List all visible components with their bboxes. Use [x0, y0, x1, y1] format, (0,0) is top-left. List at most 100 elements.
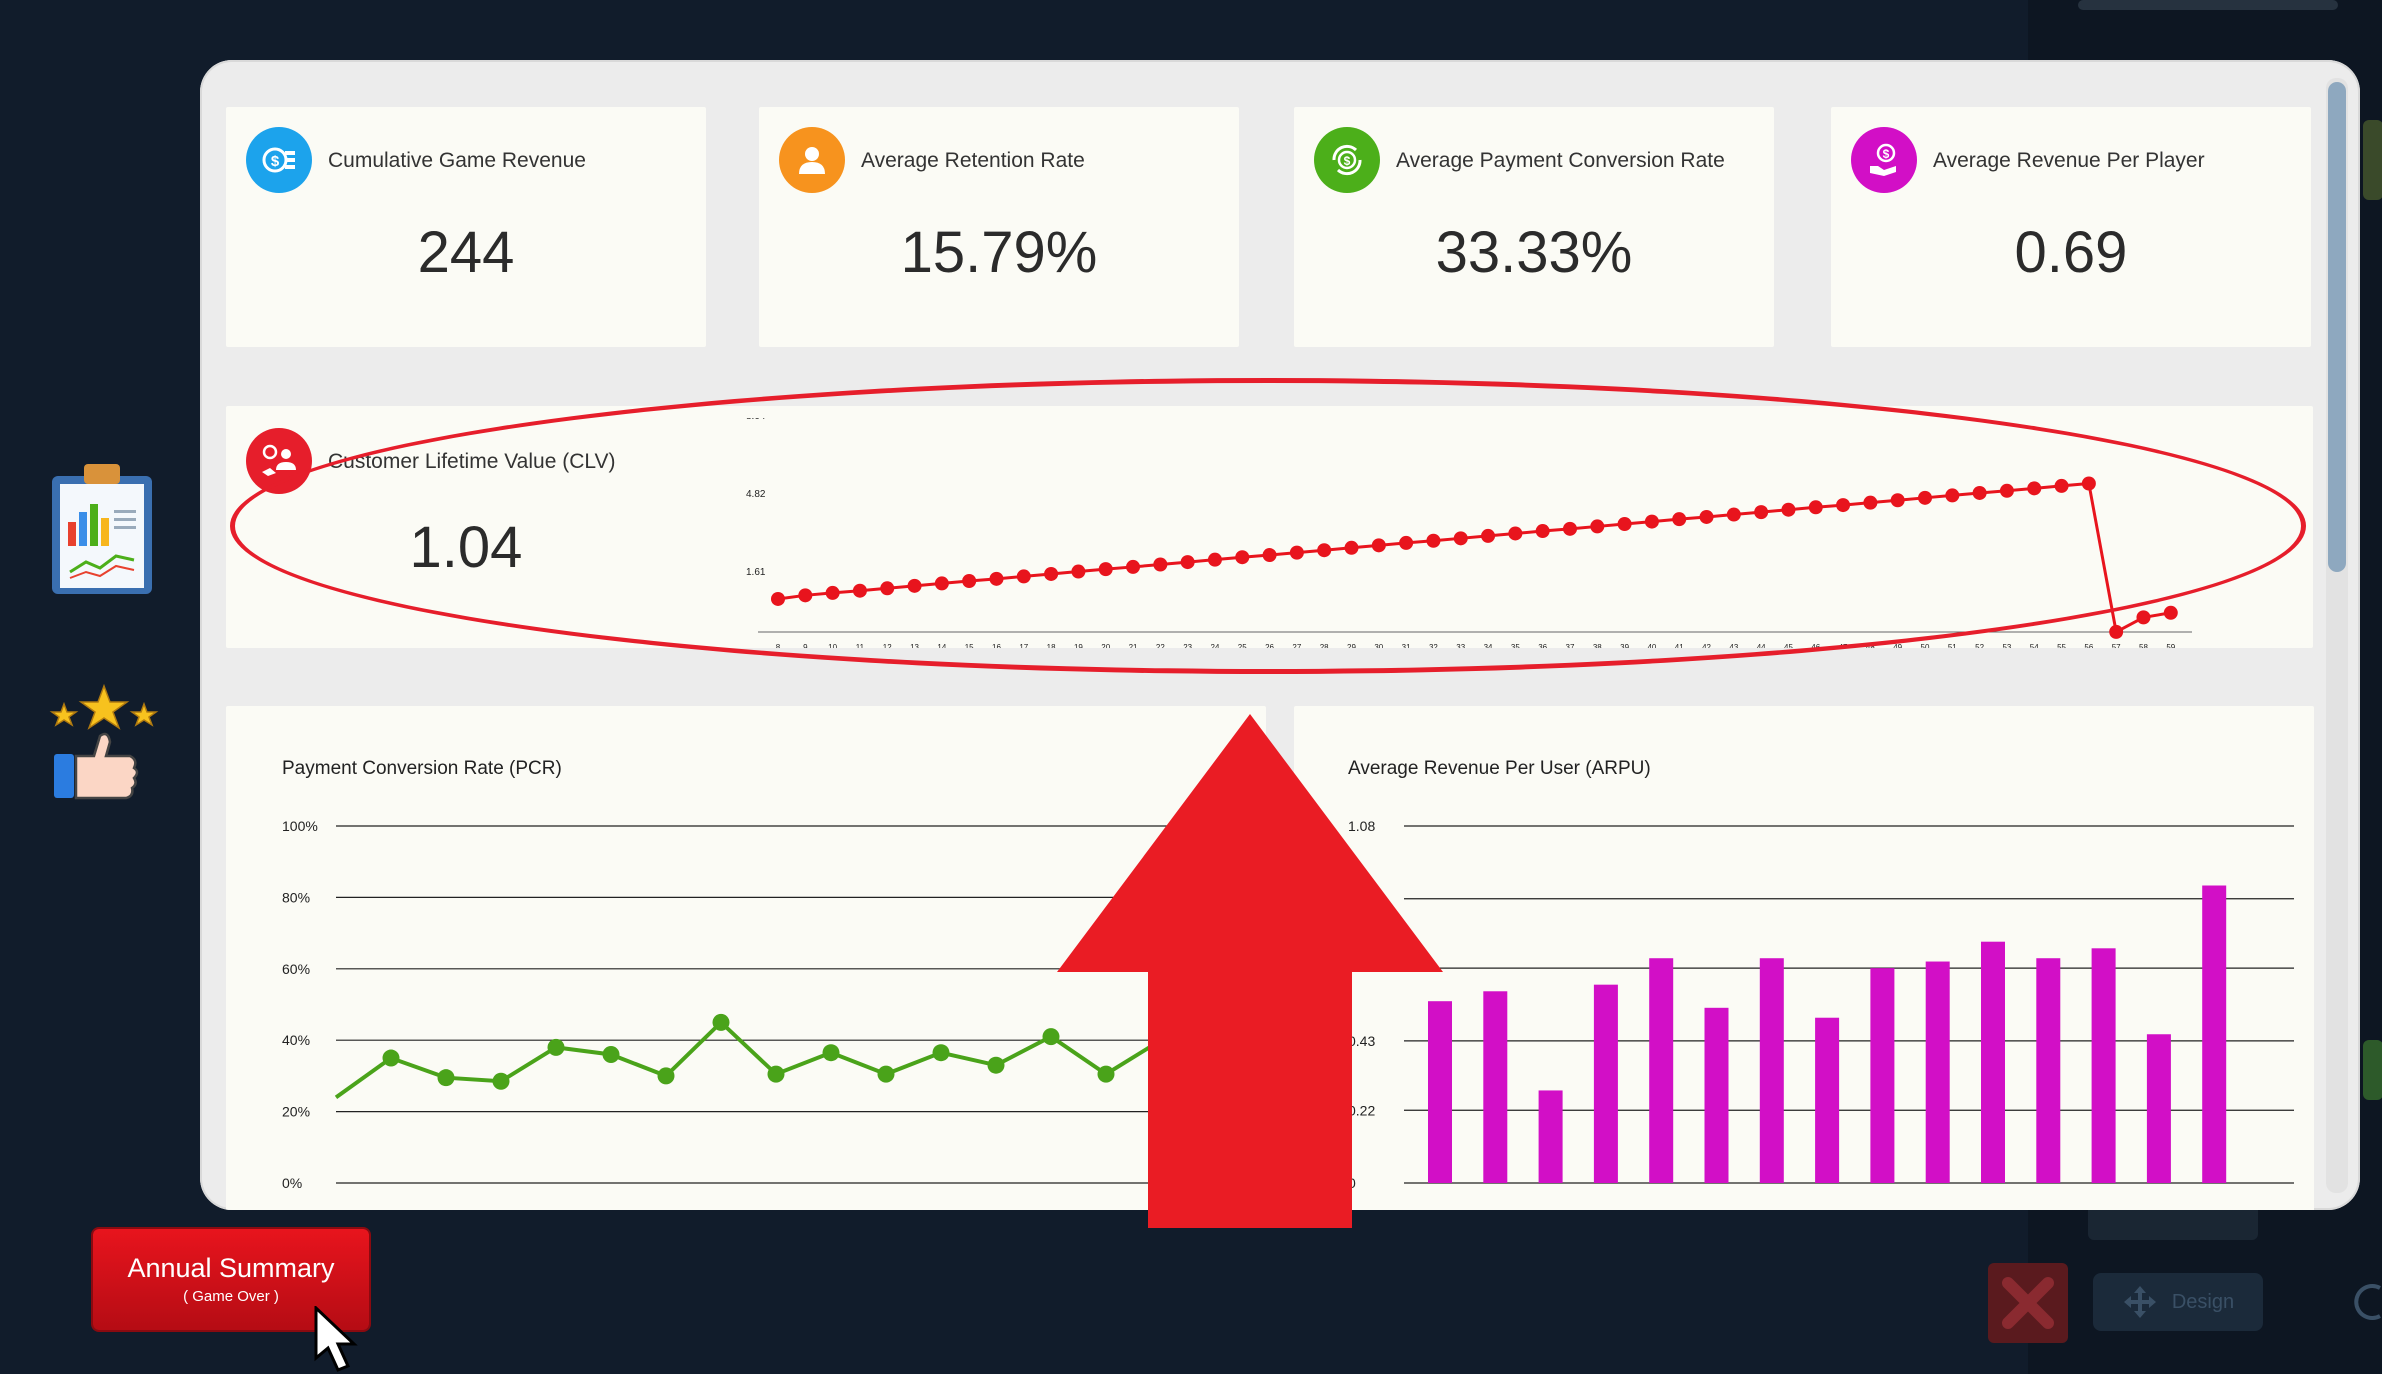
clv-data-point	[907, 578, 922, 593]
kpi-card-revenue: $ Cumulative Game Revenue 244	[226, 107, 706, 347]
clv-xtick-label: 31	[1402, 643, 1411, 648]
clv-data-point	[825, 585, 840, 600]
clv-xtick-label: 16	[992, 643, 1001, 648]
mouse-cursor-icon	[314, 1306, 358, 1372]
pcr-data-point	[987, 1056, 1005, 1074]
clv-xtick-label: 38	[1593, 643, 1602, 648]
arpu-bar	[1870, 968, 1895, 1183]
clv-data-point	[1153, 557, 1168, 572]
clv-data-point	[1453, 531, 1468, 546]
clv-data-point	[1508, 526, 1523, 541]
pcr-series-line	[334, 1019, 1163, 1099]
clv-xtick-label: 43	[1729, 643, 1738, 648]
clv-xtick-label: 47	[1839, 643, 1848, 648]
kpi-value: 15.79%	[900, 220, 1098, 285]
arpu-bar	[1815, 1017, 1840, 1183]
clv-data-point	[2081, 476, 2096, 491]
kpi-title: Average Retention Rate	[861, 149, 1085, 172]
scrollbar-thumb[interactable]	[2328, 82, 2346, 572]
clv-value: 1.04	[409, 515, 523, 580]
clv-data-point	[2136, 610, 2151, 625]
report-clipboard-icon[interactable]	[48, 460, 156, 601]
rating-thumbs-up-icon[interactable]	[48, 682, 160, 809]
arpu-bar	[1704, 1007, 1729, 1183]
arpu-bar	[1538, 1090, 1563, 1183]
clv-data-point	[1863, 495, 1878, 510]
clv-xtick-label: 28	[1320, 643, 1329, 648]
clv-data-point	[1344, 540, 1359, 555]
kpi-card-arpp: $ Average Revenue Per Player 0.69	[1831, 107, 2311, 347]
pcr-data-point	[932, 1044, 950, 1062]
pcr-data-point	[602, 1045, 620, 1063]
arpu-bar	[2091, 948, 2116, 1183]
clv-xtick-label: 29	[1347, 643, 1356, 648]
clv-data-point	[1562, 521, 1577, 536]
clv-data-point	[798, 588, 813, 603]
clv-xtick-label: 19	[1074, 643, 1083, 648]
clv-data-point	[1999, 483, 2014, 498]
clv-data-point	[1699, 509, 1714, 524]
clv-xtick-label: 51	[1948, 643, 1957, 648]
clv-xtick-label: 36	[1538, 643, 1547, 648]
person-icon	[779, 127, 845, 193]
clv-data-point	[852, 583, 867, 598]
close-button[interactable]	[1988, 1263, 2068, 1343]
clv-series-line	[777, 481, 2172, 635]
money-icon: $	[246, 127, 312, 193]
game-over-label: ( Game Over )	[183, 1288, 279, 1305]
pcr-data-point	[712, 1013, 730, 1031]
clv-xtick-label: 23	[1183, 643, 1192, 648]
svg-text:$: $	[1883, 147, 1890, 161]
kpi-title: Average Payment Conversion Rate	[1396, 149, 1725, 172]
refresh-icon[interactable]	[2354, 1282, 2382, 1322]
clv-data-point	[1672, 512, 1687, 527]
clv-title: Customer Lifetime Value (CLV)	[328, 450, 616, 473]
clv-xtick-label: 35	[1511, 643, 1520, 648]
clv-xtick-label: 27	[1292, 643, 1301, 648]
pcr-data-point	[492, 1072, 510, 1090]
lifetime-value-icon	[246, 428, 312, 494]
pcr-ytick-label: 40%	[282, 1032, 310, 1048]
arpu-bar	[1925, 961, 1950, 1183]
clv-xtick-label: 17	[1019, 643, 1028, 648]
clv-xtick-label: 39	[1620, 643, 1629, 648]
clv-xtick-label: 41	[1675, 643, 1684, 648]
clv-data-point	[1644, 514, 1659, 529]
modal-scrollbar[interactable]	[2326, 78, 2348, 1193]
close-icon	[2002, 1277, 2054, 1329]
clv-xtick-label: 49	[1893, 643, 1902, 648]
clv-data-point	[1535, 524, 1550, 539]
clv-xtick-label: 24	[1211, 643, 1220, 648]
clv-data-point	[1289, 545, 1304, 560]
clv-xtick-label: 42	[1702, 643, 1711, 648]
clv-data-point	[1371, 538, 1386, 553]
clv-xtick-label: 45	[1784, 643, 1793, 648]
clv-data-point	[934, 576, 949, 591]
clv-ytick-label: 1.61	[746, 567, 766, 578]
design-button[interactable]: Design	[2093, 1273, 2263, 1331]
clv-xtick-label: 26	[1265, 643, 1274, 648]
up-arrow-icon	[1057, 714, 1443, 1228]
clv-xtick-label: 46	[1811, 643, 1820, 648]
clv-xtick-label: 11	[856, 643, 865, 648]
clv-data-point	[1262, 548, 1277, 563]
clv-xtick-label: 30	[1374, 643, 1383, 648]
clv-data-point	[1016, 569, 1031, 584]
arpu-bar	[1483, 991, 1508, 1183]
clv-xtick-label: 57	[2112, 643, 2121, 648]
clv-xtick-label: 15	[965, 643, 974, 648]
kpi-title: Cumulative Game Revenue	[328, 149, 586, 172]
clv-data-point	[2054, 478, 2069, 493]
clv-xtick-label: 59	[2166, 643, 2175, 648]
arpu-bar	[2036, 958, 2061, 1183]
hand-dollar-icon: $	[1851, 127, 1917, 193]
clv-data-point	[1781, 502, 1796, 517]
clv-data-point	[1972, 485, 1987, 500]
clv-data-point	[962, 574, 977, 589]
pcr-data-point	[547, 1038, 565, 1056]
clv-data-point	[2163, 605, 2178, 620]
clv-data-point	[880, 581, 895, 596]
arpu-bar	[1593, 984, 1618, 1183]
clv-xtick-label: 32	[1429, 643, 1438, 648]
clv-data-point	[1098, 562, 1113, 577]
